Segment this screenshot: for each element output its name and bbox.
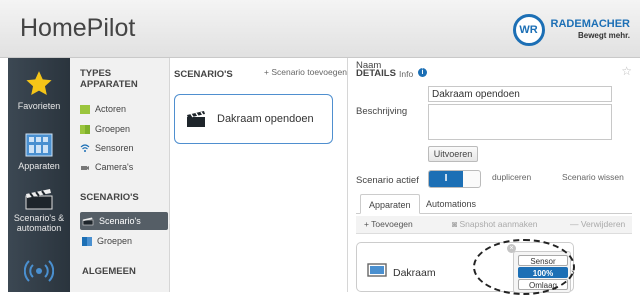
sidebar-item-devices[interactable]: Apparaten — [8, 132, 70, 171]
name-field[interactable] — [428, 86, 612, 102]
execute-button[interactable]: Uitvoeren — [428, 146, 478, 162]
details-tabs: Apparaten Automations — [356, 194, 632, 214]
scenario-card[interactable]: Dakraam opendoen — [174, 94, 333, 144]
roof-window-icon — [367, 263, 387, 277]
add-scenario-button[interactable]: + Scenario toevoegen — [264, 67, 347, 77]
duplicate-link[interactable]: dupliceren — [492, 172, 531, 182]
brand: WR RADEMACHER Bewegt mehr. — [512, 14, 630, 46]
sidebar-item-sensor[interactable] — [8, 256, 70, 289]
app-title: HomePilot — [20, 14, 136, 42]
highlight-annotation — [473, 239, 575, 295]
tab-automations[interactable]: Automations — [418, 194, 484, 214]
nav-item-sensors[interactable]: Sensoren — [80, 143, 134, 153]
description-label: Beschrijving — [356, 106, 408, 117]
brand-name: RADEMACHER — [550, 18, 630, 30]
nav-item-scenarios[interactable]: Scenario's ▸ — [82, 216, 174, 226]
scenario-card-label: Dakraam opendoen — [217, 113, 314, 125]
snapshot-button[interactable]: ◙ Snapshot aanmaken — [452, 219, 537, 229]
wifi-icon — [80, 143, 90, 152]
scenario-list-panel: SCENARIO'S + Scenario toevoegen Dakraam … — [170, 58, 348, 292]
devices-icon — [25, 133, 53, 157]
favorite-star-icon[interactable]: ☆ — [621, 64, 632, 78]
name-label: Naam — [356, 60, 382, 71]
details-panel: DETAILS Info i ☆ Naam Beschrijving Uitvo… — [350, 58, 640, 295]
clapper-icon — [187, 111, 205, 127]
remove-device-button[interactable]: — Verwijderen — [570, 219, 625, 229]
scenarios-nav-heading: SCENARIO'S — [80, 192, 139, 203]
star-icon — [26, 71, 52, 95]
scenario-list-heading: SCENARIO'S — [174, 69, 233, 80]
info-icon[interactable]: i — [418, 68, 427, 77]
clapper-icon — [82, 217, 94, 225]
delete-scenario-link[interactable]: Scenario wissen — [562, 172, 624, 182]
camera-icon: ◙ — [452, 219, 460, 229]
actor-icon — [80, 104, 90, 114]
scenario-active-label: Scenario actief — [356, 175, 419, 186]
groups-icon — [80, 124, 90, 134]
tab-devices[interactable]: Apparaten — [360, 194, 420, 214]
nav-item-groups[interactable]: Groepen — [80, 124, 130, 134]
scenario-icon — [25, 189, 53, 210]
app-header: HomePilot WR RADEMACHER Bewegt mehr. — [0, 0, 640, 58]
nav-item-cameras[interactable]: Camera's — [80, 162, 133, 172]
sidebar-item-favorites[interactable]: Favorieten — [8, 70, 70, 111]
types-heading: TYPES APPARATEN — [80, 68, 138, 90]
toggle-on-indicator: I — [429, 171, 463, 187]
details-info-label: Info — [399, 69, 414, 79]
main-sidebar: Favorieten Apparaten Scenario's & automa… — [8, 58, 70, 292]
device-label: Dakraam — [393, 267, 436, 279]
nav-item-actors[interactable]: Actoren — [80, 104, 126, 114]
sidebar-item-scenarios[interactable]: Scenario's & automation — [8, 188, 70, 233]
brand-tagline: Bewegt mehr. — [577, 31, 630, 40]
description-field[interactable] — [428, 104, 612, 140]
camera-icon — [81, 165, 89, 170]
scenario-active-toggle[interactable]: I — [428, 170, 481, 188]
category-nav: TYPES APPARATEN Actoren Groepen Sensoren… — [70, 58, 170, 292]
sidebar-item-label: Scenario's & automation — [13, 213, 65, 233]
sidebar-item-label: Favorieten — [17, 101, 61, 111]
rademacher-logo-icon: WR — [512, 14, 545, 46]
add-device-button[interactable]: + Toevoegen — [364, 219, 413, 229]
sensor-wave-icon — [24, 260, 54, 282]
general-heading: ALGEMEEN — [82, 266, 136, 277]
groups-icon — [82, 236, 92, 246]
device-toolbar: + Toevoegen ◙ Snapshot aanmaken — Verwij… — [356, 216, 632, 234]
sidebar-item-label: Apparaten — [18, 161, 60, 171]
nav-item-scenario-groups[interactable]: Groepen — [82, 236, 132, 246]
